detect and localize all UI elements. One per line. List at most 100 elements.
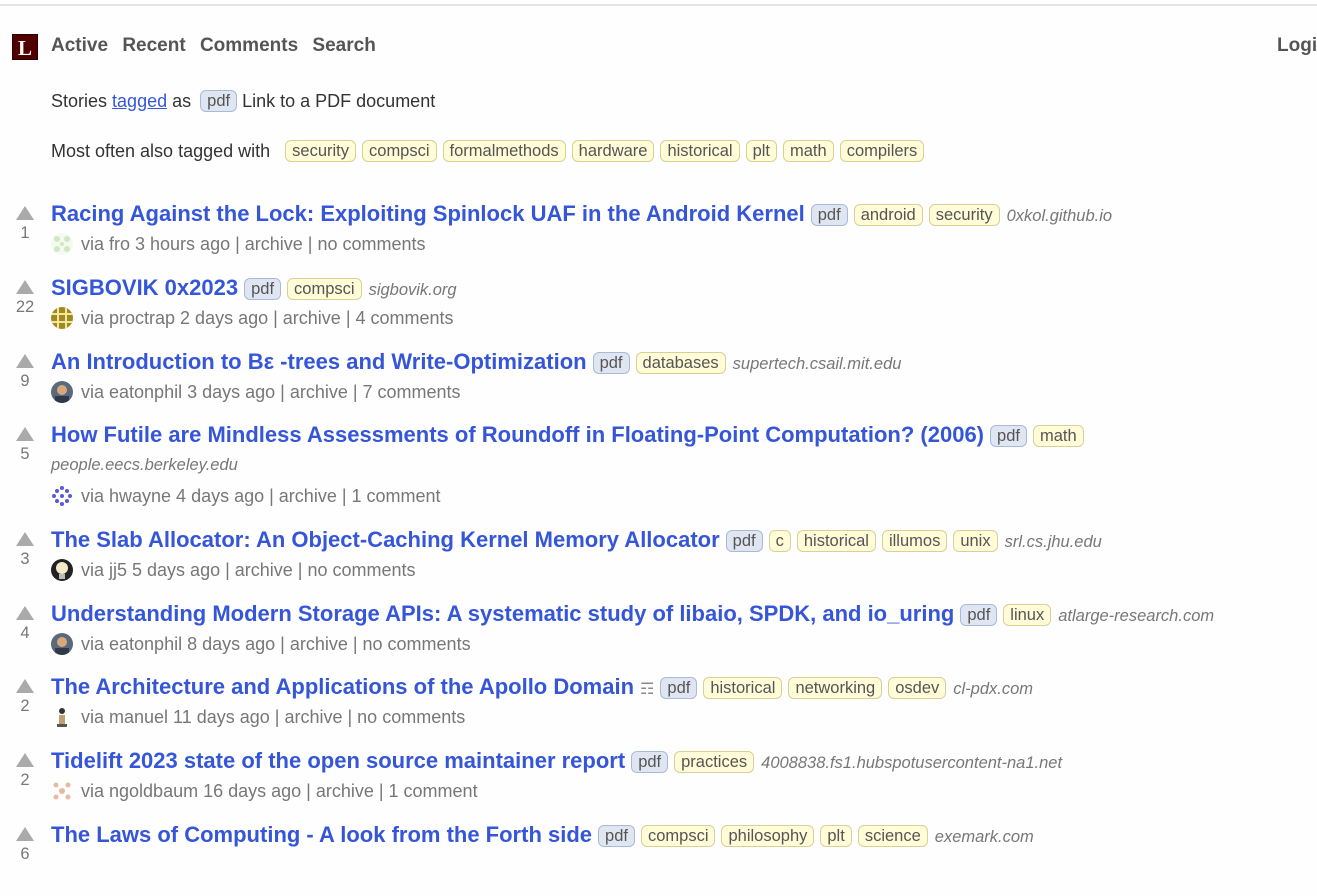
story-text-icon[interactable]: ☶ bbox=[640, 681, 654, 698]
tag-plt[interactable]: plt bbox=[745, 140, 778, 162]
tag-historical[interactable]: historical bbox=[660, 140, 740, 162]
upvote-arrow-icon[interactable] bbox=[16, 427, 34, 441]
story-title-link[interactable]: Tidelift 2023 state of the open source m… bbox=[51, 748, 625, 773]
login-link[interactable]: Login bbox=[1277, 35, 1317, 57]
tag-android[interactable]: android bbox=[853, 204, 923, 226]
score: 2 bbox=[20, 771, 30, 789]
tag-compilers[interactable]: compilers bbox=[839, 140, 925, 162]
avatar[interactable] bbox=[51, 233, 73, 255]
story-row: 9 An Introduction to Bε -trees and Write-… bbox=[0, 349, 1317, 423]
tag-security[interactable]: security bbox=[928, 204, 1000, 226]
upvote-arrow-icon[interactable] bbox=[16, 354, 34, 368]
nav-comments[interactable]: Comments bbox=[200, 35, 298, 56]
tag-historical[interactable]: historical bbox=[703, 677, 783, 699]
upvote-arrow-icon[interactable] bbox=[16, 532, 34, 546]
related-tags-label: Most often also tagged with bbox=[51, 141, 271, 161]
story-domain[interactable]: exemark.com bbox=[935, 828, 1034, 846]
story-title-link[interactable]: SIGBOVIK 0x2023 bbox=[51, 275, 238, 300]
score: 2 bbox=[20, 697, 30, 715]
upvote-arrow-icon[interactable] bbox=[16, 206, 34, 220]
tag-math[interactable]: math bbox=[783, 140, 834, 162]
upvote-arrow-icon[interactable] bbox=[16, 280, 34, 294]
tag-pdf[interactable]: pdf bbox=[631, 751, 669, 773]
tag-science[interactable]: science bbox=[857, 825, 928, 847]
story-title-link[interactable]: Understanding Modern Storage APIs: A sys… bbox=[51, 601, 954, 626]
intro-as: as bbox=[172, 91, 192, 111]
tag-illumos[interactable]: illumos bbox=[881, 530, 948, 552]
story-title-link[interactable]: How Futile are Mindless Assessments of R… bbox=[51, 422, 984, 447]
story-headline: An Introduction to Bε -trees and Write-O… bbox=[51, 349, 901, 375]
vote-box: 9 bbox=[15, 354, 35, 391]
tag-compsci[interactable]: compsci bbox=[640, 825, 716, 847]
tag-databases[interactable]: databases bbox=[635, 352, 726, 374]
story-title-link[interactable]: The Architecture and Applications of the… bbox=[51, 674, 634, 699]
tag-pdf[interactable]: pdf bbox=[598, 825, 635, 847]
tag-c[interactable]: c bbox=[768, 530, 791, 552]
story-row: 1 Racing Against the Lock: Exploiting Spi… bbox=[0, 201, 1317, 275]
story-domain[interactable]: supertech.csail.mit.edu bbox=[733, 355, 902, 373]
site-logo[interactable]: L bbox=[12, 34, 38, 60]
avatar[interactable] bbox=[51, 633, 73, 655]
story-headline: The Architecture and Applications of the… bbox=[51, 674, 1033, 700]
story-domain[interactable]: srl.cs.jhu.edu bbox=[1005, 533, 1102, 551]
nav-search[interactable]: Search bbox=[312, 35, 375, 56]
story-domain[interactable]: sigbovik.org bbox=[369, 281, 457, 299]
upvote-arrow-icon[interactable] bbox=[16, 753, 34, 767]
avatar[interactable] bbox=[51, 706, 73, 728]
avatar[interactable] bbox=[51, 780, 73, 802]
tag-pdf[interactable]: pdf bbox=[990, 425, 1027, 447]
tag-linux[interactable]: linux bbox=[1003, 604, 1052, 626]
tag-plt[interactable]: plt bbox=[820, 825, 852, 847]
upvote-arrow-icon[interactable] bbox=[16, 827, 34, 841]
tag-formalmethods[interactable]: formalmethods bbox=[442, 140, 566, 162]
avatar[interactable] bbox=[51, 485, 73, 507]
score: 5 bbox=[20, 445, 30, 463]
story-title-link[interactable]: The Laws of Computing - A look from the … bbox=[51, 822, 592, 847]
byline-text: via eatonphil 3 days ago | archive | 7 c… bbox=[81, 382, 461, 402]
story-byline: via hwayne 4 days ago | archive | 1 comm… bbox=[51, 485, 441, 507]
tag-security[interactable]: security bbox=[285, 140, 357, 162]
tag-pdf[interactable]: pdf bbox=[960, 604, 998, 626]
byline-text: via jj5 5 days ago | archive | no commen… bbox=[81, 560, 416, 580]
story-byline: via ngoldbaum 16 days ago | archive | 1 … bbox=[51, 780, 478, 802]
tag-pdf[interactable]: pdf bbox=[725, 530, 763, 552]
tag-historical[interactable]: historical bbox=[796, 530, 876, 552]
upvote-arrow-icon[interactable] bbox=[16, 679, 34, 693]
nav-recent[interactable]: Recent bbox=[122, 35, 185, 56]
tag-pdf[interactable]: pdf bbox=[660, 677, 698, 699]
story-domain[interactable]: 4008838.fs1.hubspotusercontent-na1.net bbox=[761, 754, 1062, 772]
tag-pdf[interactable]: pdf bbox=[200, 90, 238, 112]
tag-math[interactable]: math bbox=[1032, 425, 1084, 447]
tag-compsci[interactable]: compsci bbox=[287, 278, 362, 300]
tag-pdf[interactable]: pdf bbox=[592, 352, 630, 374]
story-domain[interactable]: 0xkol.github.io bbox=[1007, 207, 1113, 225]
tag-philosophy[interactable]: philosophy bbox=[721, 825, 815, 847]
tag-pdf[interactable]: pdf bbox=[244, 278, 282, 300]
story-domain[interactable]: cl-pdx.com bbox=[953, 680, 1033, 698]
tag-unix[interactable]: unix bbox=[953, 530, 998, 552]
vote-box: 22 bbox=[15, 280, 35, 317]
avatar[interactable] bbox=[51, 559, 73, 581]
story-title-link[interactable]: The Slab Allocator: An Object-Caching Ke… bbox=[51, 527, 720, 552]
upvote-arrow-icon[interactable] bbox=[16, 606, 34, 620]
tag-practices[interactable]: practices bbox=[674, 751, 755, 773]
main-nav: Active Recent Comments Search bbox=[51, 35, 385, 57]
story-headline: Racing Against the Lock: Exploiting Spin… bbox=[51, 201, 1112, 227]
byline-text: via fro 3 hours ago | archive | no comme… bbox=[81, 234, 426, 254]
tag-compsci[interactable]: compsci bbox=[362, 140, 437, 162]
tag-pdf[interactable]: pdf bbox=[810, 204, 848, 226]
tag-hardware[interactable]: hardware bbox=[571, 140, 655, 162]
avatar[interactable] bbox=[51, 381, 73, 403]
tag-networking[interactable]: networking bbox=[788, 677, 883, 699]
story-title-link[interactable]: An Introduction to Bε -trees and Write-O… bbox=[51, 349, 587, 374]
nav-active[interactable]: Active bbox=[51, 35, 108, 56]
story-domain[interactable]: people.eecs.berkeley.edu bbox=[51, 456, 238, 474]
story-domain[interactable]: atlarge-research.com bbox=[1058, 607, 1214, 625]
tagged-link[interactable]: tagged bbox=[112, 91, 167, 111]
vote-box: 3 bbox=[15, 532, 35, 569]
story-row: 5 How Futile are Mindless Assessments of … bbox=[0, 422, 1317, 526]
avatar[interactable] bbox=[51, 307, 73, 329]
story-row: 2 The Architecture and Applications of th… bbox=[0, 674, 1317, 748]
tag-osdev[interactable]: osdev bbox=[888, 677, 947, 699]
story-title-link[interactable]: Racing Against the Lock: Exploiting Spin… bbox=[51, 201, 805, 226]
